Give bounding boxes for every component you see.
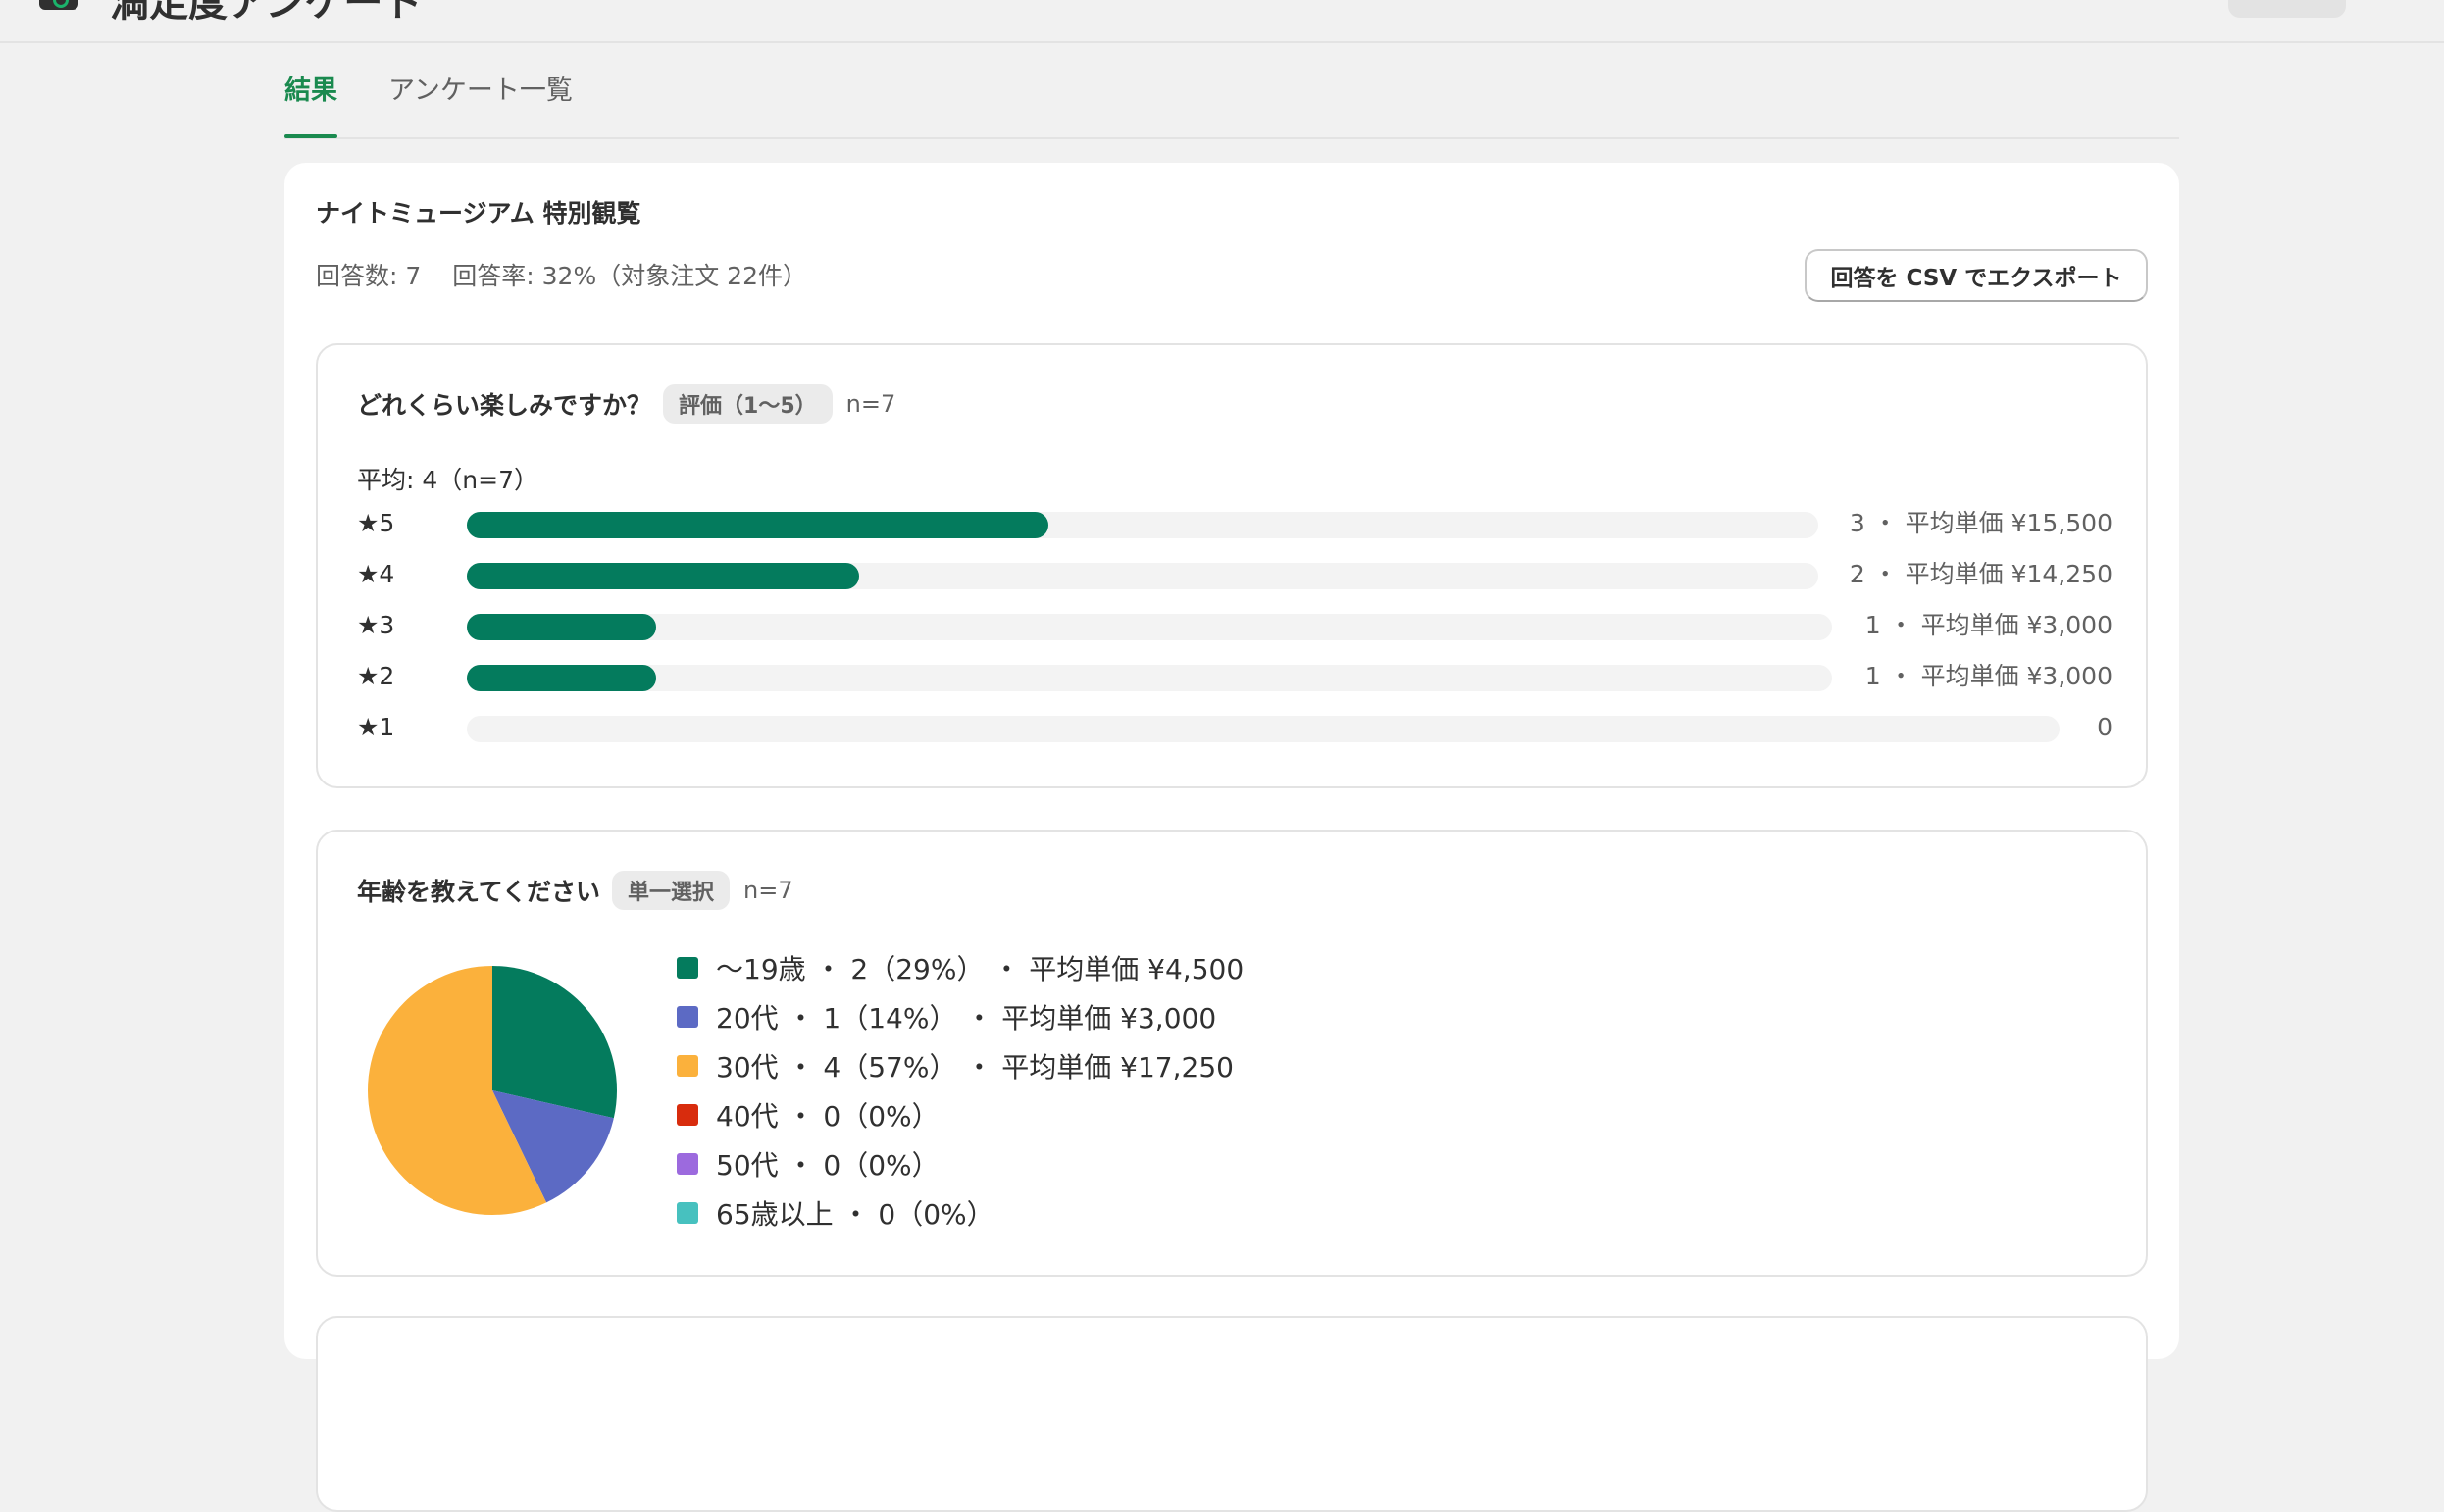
rating-label: ★5: [357, 509, 395, 537]
rating-label: ★1: [357, 713, 395, 741]
question-sample-size: n=7: [845, 390, 896, 418]
rating-bar-fill: [467, 563, 859, 589]
response-rate: 回答率: 32%（対象注文 22件）: [452, 262, 807, 290]
rating-bar-track: [467, 665, 1832, 691]
rating-row: ★2 1 ・ 平均単価 ¥3,000: [357, 661, 2113, 692]
rating-row: ★3 1 ・ 平均単価 ¥3,000: [357, 610, 2113, 641]
export-csv-button[interactable]: 回答を CSV でエクスポート: [1805, 249, 2148, 302]
legend-swatch: [677, 1006, 698, 1028]
legend-label: 50代 ・ 0（0%）: [716, 1149, 940, 1182]
legend-swatch: [677, 1153, 698, 1175]
legend-label: 20代 ・ 1（14%） ・ 平均単価 ¥3,000: [716, 1002, 1217, 1034]
results-card: ナイトミュージアム 特別観覧 回答数: 7 回答率: 32%（対象注文 22件） …: [284, 163, 2179, 1512]
tab-results[interactable]: 結果: [284, 69, 337, 138]
legend-item: 〜19歳 ・ 2（29%） ・ 平均単価 ¥4,500: [677, 943, 1244, 992]
question-header: どれくらい楽しみですか？ 評価（1〜5） n=7: [357, 384, 895, 424]
header-action-button[interactable]: [2228, 0, 2346, 18]
legend-label: 〜19歳 ・ 2（29%） ・ 平均単価 ¥4,500: [716, 953, 1245, 985]
rating-row: ★1 0: [357, 712, 2113, 743]
rating-bar-track: [467, 563, 1818, 589]
tab-survey-list[interactable]: アンケート一覧: [388, 69, 573, 137]
rating-bar-fill: [467, 665, 656, 691]
age-pie-chart: [368, 966, 617, 1215]
tab-bar: 結果 アンケート一覧: [284, 69, 2179, 139]
question-card-next: [316, 1316, 2148, 1512]
legend-item: 50代 ・ 0（0%）: [677, 1139, 1244, 1188]
rating-row: ★5 3 ・ 平均単価 ¥15,500: [357, 508, 2113, 539]
page-title: 満足度アンケート: [110, 0, 423, 25]
legend-label: 30代 ・ 4（57%） ・ 平均単価 ¥17,250: [716, 1051, 1234, 1084]
rating-meta: 2 ・ 平均単価 ¥14,250: [1849, 560, 2113, 588]
rating-meta: 1 ・ 平均単価 ¥3,000: [1864, 662, 2113, 690]
rating-label: ★4: [357, 560, 395, 588]
rating-bar-track: [467, 716, 2060, 742]
top-bar: 満足度アンケート: [0, 0, 2444, 43]
question-card-age: 年齢を教えてください 単一選択 n=7 〜19歳 ・ 2（29%） ・ 平均単価…: [316, 830, 2148, 1277]
legend-swatch: [677, 957, 698, 979]
rating-label: ★3: [357, 611, 395, 639]
rating-bar-fill: [467, 614, 656, 640]
legend-item: 65歳以上 ・ 0（0%）: [677, 1188, 1244, 1237]
legend-label: 65歳以上 ・ 0（0%）: [716, 1198, 994, 1231]
rating-meta: 0: [2097, 713, 2113, 741]
rating-meta: 3 ・ 平均単価 ¥15,500: [1849, 509, 2113, 537]
rating-meta: 1 ・ 平均単価 ¥3,000: [1864, 611, 2113, 639]
app-logo-icon: [39, 0, 78, 10]
rating-bar-track: [467, 614, 1832, 640]
rating-bar-track: [467, 512, 1818, 538]
question-type-badge: 評価（1〜5）: [663, 384, 833, 424]
legend-swatch: [677, 1055, 698, 1077]
rating-average: 平均: 4（n=7）: [357, 466, 538, 494]
legend-item: 40代 ・ 0（0%）: [677, 1090, 1244, 1139]
legend-swatch: [677, 1104, 698, 1126]
rating-row: ★4 2 ・ 平均単価 ¥14,250: [357, 559, 2113, 590]
survey-title: ナイトミュージアム 特別観覧: [316, 199, 641, 227]
question-type-badge: 単一選択: [612, 871, 731, 910]
legend-item: 30代 ・ 4（57%） ・ 平均単価 ¥17,250: [677, 1041, 1244, 1090]
legend-label: 40代 ・ 0（0%）: [716, 1100, 940, 1133]
age-legend: 〜19歳 ・ 2（29%） ・ 平均単価 ¥4,500 20代 ・ 1（14%）…: [677, 943, 1244, 1237]
question-card-rating: どれくらい楽しみですか？ 評価（1〜5） n=7 平均: 4（n=7） ★5 3…: [316, 343, 2148, 788]
response-count: 回答数: 7: [316, 262, 422, 290]
rating-label: ★2: [357, 662, 395, 690]
survey-stats: 回答数: 7 回答率: 32%（対象注文 22件）: [316, 257, 807, 292]
question-title: 年齢を教えてください: [357, 878, 601, 906]
legend-swatch: [677, 1202, 698, 1224]
question-sample-size: n=7: [743, 877, 793, 904]
question-title: どれくらい楽しみですか？: [357, 391, 652, 420]
legend-item: 20代 ・ 1（14%） ・ 平均単価 ¥3,000: [677, 992, 1244, 1041]
question-header: 年齢を教えてください 単一選択 n=7: [357, 871, 793, 910]
rating-bar-fill: [467, 512, 1048, 538]
